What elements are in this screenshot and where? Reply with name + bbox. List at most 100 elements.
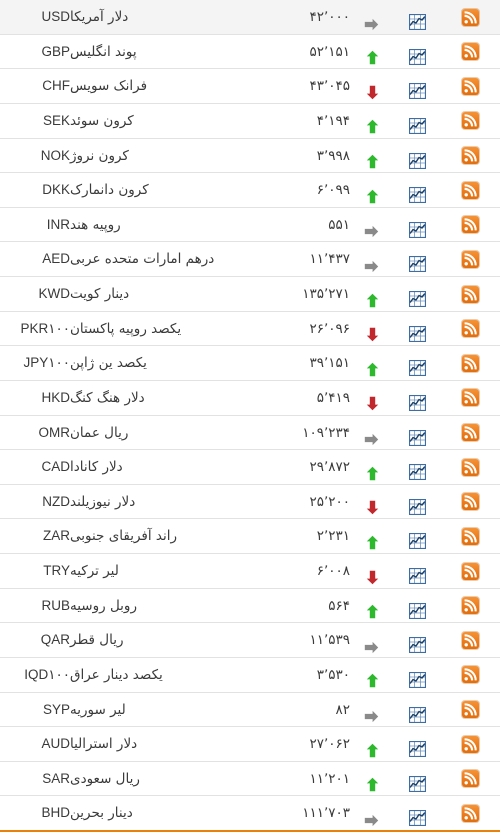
chart-cell[interactable] bbox=[395, 449, 440, 485]
table-row[interactable]: ۱۱٬۲۰۱ ریال سعودی SAR bbox=[0, 761, 500, 797]
table-row[interactable]: ۲۹٬۸۷۲ دلار کانادا CAD bbox=[0, 449, 500, 485]
chart-icon[interactable] bbox=[408, 217, 427, 238]
chart-cell[interactable] bbox=[395, 796, 440, 831]
rss-cell[interactable] bbox=[440, 68, 500, 104]
rss-cell[interactable] bbox=[440, 276, 500, 312]
rss-icon[interactable] bbox=[461, 147, 479, 164]
table-row[interactable]: ۵۲٬۱۵۱ پوند انگلیس GBP bbox=[0, 34, 500, 70]
rss-cell[interactable] bbox=[440, 415, 500, 451]
rss-cell[interactable] bbox=[440, 449, 500, 485]
table-row[interactable]: ۵۶۴ روبل روسیه RUB bbox=[0, 588, 500, 624]
table-row[interactable]: ۱۳۵٬۲۷۱ دینار کویت KWD bbox=[0, 276, 500, 312]
rss-icon[interactable] bbox=[461, 181, 479, 199]
chart-icon[interactable] bbox=[408, 182, 427, 204]
chart-cell[interactable] bbox=[395, 34, 440, 70]
table-row[interactable]: ۲۶٬۰۹۶ یکصد روپیه پاکستان PKR۱۰۰ bbox=[0, 311, 500, 347]
chart-icon[interactable] bbox=[408, 148, 427, 169]
rss-cell[interactable] bbox=[440, 0, 500, 35]
chart-cell[interactable] bbox=[395, 241, 440, 277]
table-row[interactable]: ۵۵۱ روپیه هند INR bbox=[0, 207, 500, 243]
rss-cell[interactable] bbox=[440, 518, 500, 554]
rss-cell[interactable] bbox=[440, 172, 500, 208]
table-row[interactable]: ۶٬۰۹۹ کرون دانمارک DKK bbox=[0, 172, 500, 208]
table-row[interactable]: ۱۰۹٬۲۳۴ ریال عمان OMR bbox=[0, 415, 500, 451]
rss-icon[interactable] bbox=[461, 112, 479, 130]
chart-icon[interactable] bbox=[408, 321, 427, 342]
rss-icon[interactable] bbox=[461, 250, 479, 268]
rss-cell[interactable] bbox=[440, 796, 500, 831]
chart-icon[interactable] bbox=[408, 355, 427, 377]
table-row[interactable]: ۸۲ لیر سوریه SYP bbox=[0, 692, 500, 728]
table-row[interactable]: ۴۲٬۰۰۰ دلار آمریکا USD bbox=[0, 0, 500, 35]
rss-cell[interactable] bbox=[440, 207, 500, 243]
chart-cell[interactable] bbox=[395, 207, 440, 243]
rss-icon[interactable] bbox=[461, 320, 479, 338]
chart-cell[interactable] bbox=[395, 518, 440, 554]
chart-cell[interactable] bbox=[395, 622, 440, 658]
rss-icon[interactable] bbox=[461, 804, 479, 822]
chart-icon[interactable] bbox=[408, 736, 427, 758]
chart-icon[interactable] bbox=[408, 598, 427, 619]
chart-icon[interactable] bbox=[408, 494, 427, 515]
rss-cell[interactable] bbox=[440, 345, 500, 381]
rss-cell[interactable] bbox=[440, 622, 500, 658]
chart-cell[interactable] bbox=[395, 588, 440, 624]
chart-icon[interactable] bbox=[408, 667, 427, 688]
rss-icon[interactable] bbox=[461, 770, 479, 788]
rss-icon[interactable] bbox=[461, 597, 479, 615]
chart-icon[interactable] bbox=[408, 702, 427, 723]
table-row[interactable]: ۲۷٬۰۶۲ دلار استرالیا AUD bbox=[0, 726, 500, 762]
table-row[interactable]: ۳٬۹۹۸ کرون نروژ NOK bbox=[0, 138, 500, 174]
rss-cell[interactable] bbox=[440, 588, 500, 624]
rss-cell[interactable] bbox=[440, 761, 500, 797]
rss-icon[interactable] bbox=[461, 666, 479, 684]
rss-icon[interactable] bbox=[461, 424, 479, 441]
chart-icon[interactable] bbox=[408, 459, 427, 481]
chart-cell[interactable] bbox=[395, 311, 440, 347]
rss-cell[interactable] bbox=[440, 692, 500, 728]
chart-cell[interactable] bbox=[395, 138, 440, 174]
chart-cell[interactable] bbox=[395, 657, 440, 693]
rss-icon[interactable] bbox=[461, 389, 479, 407]
rss-icon[interactable] bbox=[461, 77, 479, 95]
chart-cell[interactable] bbox=[395, 103, 440, 139]
rss-icon[interactable] bbox=[461, 701, 479, 718]
rss-icon[interactable] bbox=[461, 493, 479, 511]
rss-cell[interactable] bbox=[440, 726, 500, 762]
rss-cell[interactable] bbox=[440, 657, 500, 693]
rss-icon[interactable] bbox=[461, 562, 479, 580]
chart-icon[interactable] bbox=[408, 771, 427, 792]
chart-cell[interactable] bbox=[395, 380, 440, 416]
rss-icon[interactable] bbox=[461, 458, 479, 476]
rss-cell[interactable] bbox=[440, 103, 500, 139]
rss-icon[interactable] bbox=[461, 631, 479, 649]
rss-cell[interactable] bbox=[440, 241, 500, 277]
chart-icon[interactable] bbox=[408, 805, 427, 827]
chart-cell[interactable] bbox=[395, 276, 440, 312]
chart-icon[interactable] bbox=[408, 9, 427, 31]
table-row[interactable]: ۱۱٬۵۳۹ ریال قطر QAR bbox=[0, 622, 500, 658]
chart-cell[interactable] bbox=[395, 68, 440, 104]
chart-cell[interactable] bbox=[395, 415, 440, 451]
table-row[interactable]: ۳٬۵۳۰ یکصد دینار عراق IQD۱۰۰ bbox=[0, 657, 500, 693]
rss-cell[interactable] bbox=[440, 138, 500, 174]
chart-icon[interactable] bbox=[408, 113, 427, 134]
chart-cell[interactable] bbox=[395, 726, 440, 762]
chart-icon[interactable] bbox=[408, 528, 427, 550]
table-row[interactable]: ۴٬۱۹۴ کرون سوئد SEK bbox=[0, 103, 500, 139]
chart-icon[interactable] bbox=[408, 390, 427, 411]
chart-icon[interactable] bbox=[408, 251, 427, 273]
chart-cell[interactable] bbox=[395, 553, 440, 589]
chart-icon[interactable] bbox=[408, 632, 427, 654]
table-row[interactable]: ۱۱۱٬۷۰۳ دینار بحرین BHD bbox=[0, 795, 500, 831]
chart-icon[interactable] bbox=[408, 425, 427, 446]
chart-cell[interactable] bbox=[395, 692, 440, 728]
chart-icon[interactable] bbox=[408, 563, 427, 585]
chart-cell[interactable] bbox=[395, 484, 440, 520]
rss-cell[interactable] bbox=[440, 484, 500, 520]
rss-icon[interactable] bbox=[461, 354, 479, 372]
table-row[interactable]: ۶٬۰۰۸ لیر ترکیه TRY bbox=[0, 553, 500, 589]
rss-cell[interactable] bbox=[440, 553, 500, 589]
chart-icon[interactable] bbox=[408, 44, 427, 65]
chart-cell[interactable] bbox=[395, 761, 440, 797]
